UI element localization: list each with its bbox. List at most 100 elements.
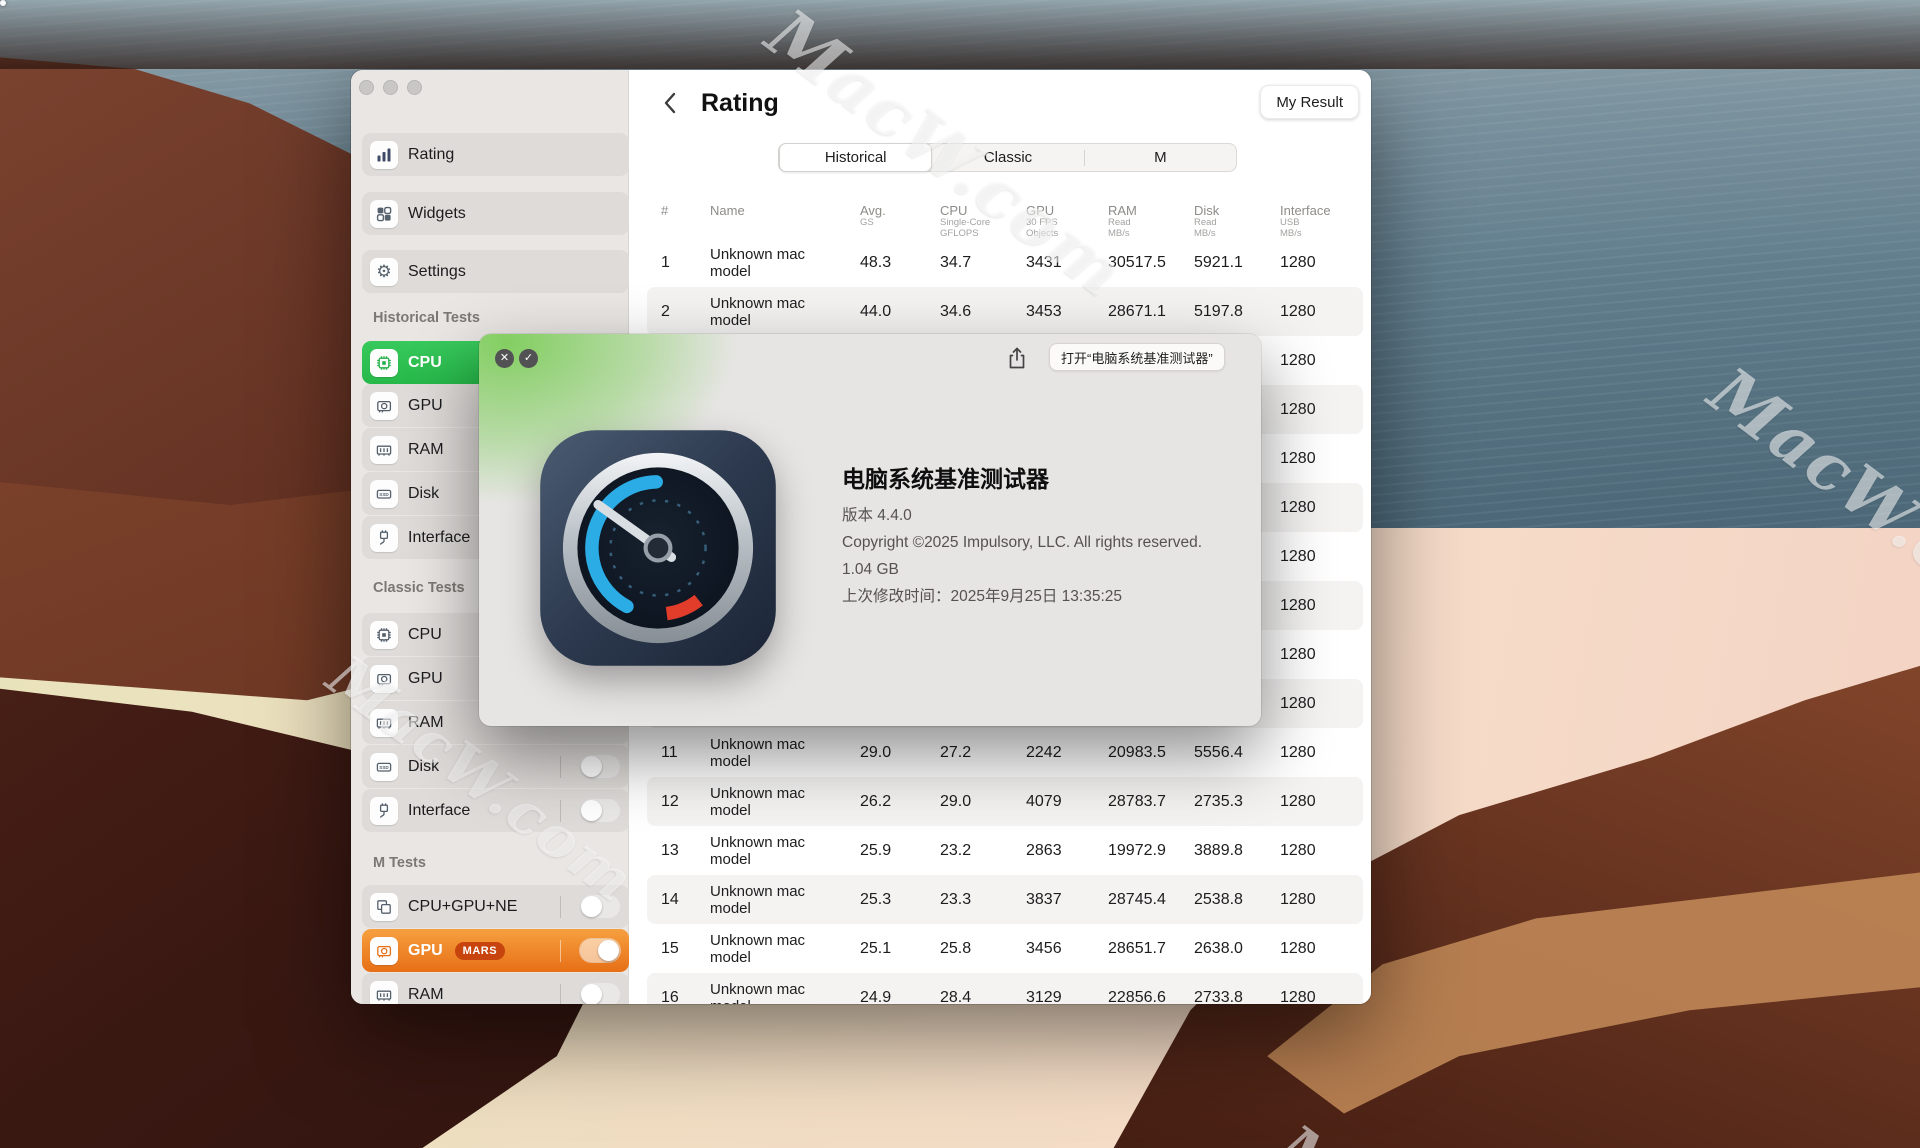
tab-historical[interactable]: Historical [779, 143, 932, 172]
table-row[interactable]: 16Unknown mac model24.928.4312922856.627… [647, 973, 1363, 1004]
installer-dialog: ✕ ✓ 打开“电脑系统基准测试器” [479, 334, 1261, 726]
sidebar-item-label: Rating [408, 146, 454, 164]
cell-gpu: 2242 [1026, 744, 1108, 762]
ram-toggle[interactable] [579, 982, 621, 1004]
cell-iface: 1280 [1280, 303, 1363, 321]
cell-gpu: 3129 [1026, 989, 1108, 1005]
table-row[interactable]: 14Unknown mac model25.323.3383728745.425… [647, 875, 1363, 924]
cell-gpu: 3837 [1026, 891, 1108, 909]
cell-iface: 1280 [1280, 597, 1363, 615]
divider [560, 984, 561, 1005]
cell-avg: 29.0 [860, 744, 940, 762]
svg-text:SSD: SSD [379, 764, 389, 769]
app-modified-date: 上次修改时间：2025年9月25日 13:35:25 [842, 583, 1242, 610]
sidebar-item-label: CPU [408, 626, 442, 644]
cell-ram: 28671.1 [1108, 303, 1194, 321]
ram-icon [370, 709, 398, 737]
back-button[interactable] [663, 88, 685, 118]
tab-m[interactable]: M [1085, 144, 1236, 171]
cell-avg: 26.2 [860, 793, 940, 811]
speedometer-app-icon[interactable] [534, 424, 782, 672]
tab-classic[interactable]: Classic [932, 144, 1083, 171]
sidebar-item-widgets[interactable]: Widgets [362, 192, 629, 235]
cell-num: 13 [647, 842, 710, 860]
cell-disk: 3889.8 [1194, 842, 1280, 860]
sidebar-item-m-cpu-gpu-ne[interactable]: CPU+GPU+NE [362, 885, 629, 928]
interface-toggle[interactable] [579, 798, 621, 823]
cell-iface: 1280 [1280, 793, 1363, 811]
col-cpu: CPU [940, 203, 1026, 218]
table-row[interactable]: 15Unknown mac model25.125.8345628651.726… [647, 924, 1363, 973]
cell-num: 2 [647, 303, 710, 321]
col-ram: RAM [1108, 203, 1194, 218]
cpu-gpu-ne-toggle[interactable] [579, 894, 621, 919]
table-row[interactable]: 13Unknown mac model25.923.2286319972.938… [647, 826, 1363, 875]
cell-iface: 1280 [1280, 842, 1363, 860]
table-row[interactable]: 11Unknown mac model29.027.2224220983.555… [647, 728, 1363, 777]
cell-iface: 1280 [1280, 352, 1363, 370]
cell-disk: 2538.8 [1194, 891, 1280, 909]
close-icon[interactable]: ✕ [495, 349, 514, 368]
section-header-classic: Classic Tests [373, 580, 465, 596]
zoom-window-button[interactable] [407, 80, 422, 95]
sidebar-item-label: Widgets [408, 205, 466, 223]
app-version: 版本 4.4.0 [842, 502, 1242, 529]
cell-num: 15 [647, 940, 710, 958]
cell-num: 16 [647, 989, 710, 1005]
minimize-window-button[interactable] [383, 80, 398, 95]
gpu-icon [370, 665, 398, 693]
section-header-historical: Historical Tests [373, 310, 480, 326]
divider [560, 940, 561, 962]
cell-gpu: 3453 [1026, 303, 1108, 321]
app-info: 电脑系统基准测试器 版本 4.4.0 Copyright ©2025 Impul… [842, 464, 1242, 610]
cell-gpu: 3431 [1026, 254, 1108, 272]
sidebar-item-settings[interactable]: ⚙ Settings [362, 250, 629, 293]
cell-name: Unknown mac model [710, 981, 828, 1005]
divider [560, 756, 561, 778]
table-row[interactable]: 2Unknown mac model44.034.6345328671.1519… [647, 287, 1363, 336]
my-result-button[interactable]: My Result [1260, 85, 1359, 119]
cell-iface: 1280 [1280, 499, 1363, 517]
sidebar-item-classic-disk[interactable]: SSD Disk [362, 745, 629, 788]
cell-avg: 25.3 [860, 891, 940, 909]
sidebar-item-m-gpu[interactable]: GPU MARS [362, 929, 629, 972]
sidebar-item-rating[interactable]: Rating [362, 133, 629, 176]
cell-disk: 5197.8 [1194, 303, 1280, 321]
open-app-button[interactable]: 打开“电脑系统基准测试器” [1049, 343, 1225, 371]
table-row[interactable]: 1Unknown mac model48.334.7343130517.5592… [647, 238, 1363, 287]
cell-iface: 1280 [1280, 695, 1363, 713]
cell-cpu: 34.6 [940, 303, 1026, 321]
gpu-mars-toggle[interactable] [579, 938, 621, 963]
sidebar-item-label: GPU [408, 670, 443, 688]
cpu-icon [370, 349, 398, 377]
table-row[interactable]: 12Unknown mac model26.229.0407928783.727… [647, 777, 1363, 826]
cell-name: Unknown mac model [710, 785, 828, 819]
col-name: Name [710, 203, 860, 218]
page-title: Rating [701, 89, 779, 118]
tab-bar: Historical Classic M [778, 143, 1237, 172]
cell-num: 11 [647, 744, 710, 762]
sidebar-item-label: Disk [408, 758, 439, 776]
chips-icon [370, 893, 398, 921]
chart-icon [370, 141, 398, 169]
cpu-icon [370, 621, 398, 649]
disk-icon: SSD [370, 480, 398, 508]
cell-name: Unknown mac model [710, 932, 828, 966]
cell-name: Unknown mac model [710, 246, 828, 280]
cell-ram: 20983.5 [1108, 744, 1194, 762]
close-window-button[interactable] [359, 80, 374, 95]
sidebar-item-classic-interface[interactable]: Interface [362, 789, 629, 832]
cell-name: Unknown mac model [710, 883, 828, 917]
disk-toggle[interactable] [579, 754, 621, 779]
cell-ram: 22856.6 [1108, 989, 1194, 1005]
share-icon[interactable] [1006, 346, 1028, 370]
cell-cpu: 28.4 [940, 989, 1026, 1005]
interface-icon [370, 524, 398, 552]
disk-icon: SSD [370, 753, 398, 781]
cell-gpu: 3456 [1026, 940, 1108, 958]
sidebar-item-m-ram[interactable]: RAM [362, 973, 629, 1004]
col-interface: Interface [1280, 203, 1363, 218]
sidebar-item-label: Settings [408, 263, 466, 281]
cell-cpu: 34.7 [940, 254, 1026, 272]
mars-badge: MARS [455, 942, 505, 960]
